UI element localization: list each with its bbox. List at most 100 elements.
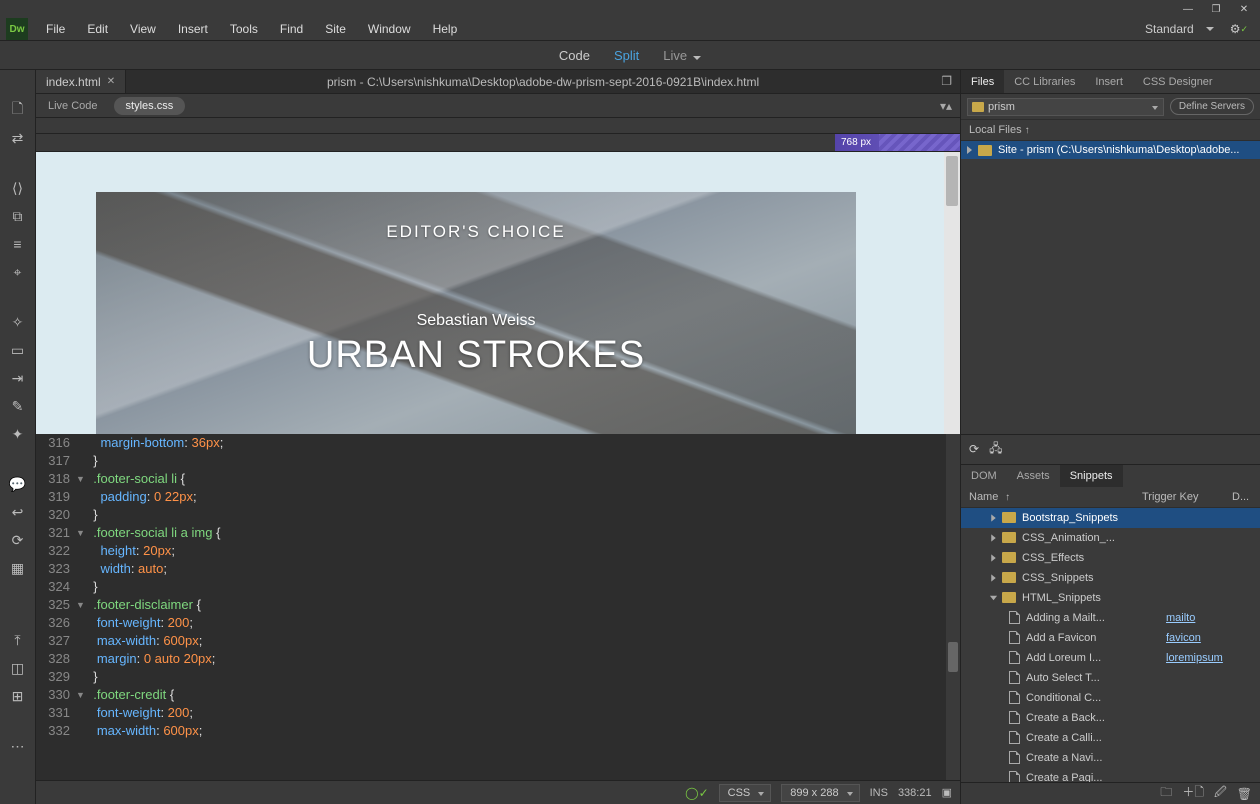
address-bar[interactable] xyxy=(36,118,960,134)
code-scrollbar[interactable] xyxy=(946,434,960,780)
fold-icon[interactable]: ▼ xyxy=(76,596,86,614)
move-up-icon[interactable]: ⤒ xyxy=(8,630,28,650)
code-line[interactable]: 323 width: auto; xyxy=(36,560,960,578)
menu-site[interactable]: Site xyxy=(315,18,356,40)
live-scrollbar[interactable] xyxy=(944,152,960,434)
site-select[interactable]: prism xyxy=(967,98,1164,116)
code-line[interactable]: 331 font-weight: 200; xyxy=(36,704,960,722)
snippet-folder[interactable]: CSS_Effects xyxy=(961,548,1260,568)
list-icon[interactable]: ≡ xyxy=(8,234,28,254)
view-live-button[interactable]: Live xyxy=(651,44,713,67)
code-line[interactable]: 322 height: 20px; xyxy=(36,542,960,560)
document-window-icon[interactable]: ❐ xyxy=(941,74,952,88)
collapse-icon[interactable]: ⧉ xyxy=(8,206,28,226)
comment-icon[interactable]: 💬 xyxy=(8,474,28,494)
right-tab-files[interactable]: Files xyxy=(961,70,1004,93)
menu-view[interactable]: View xyxy=(120,18,166,40)
right-tab-insert[interactable]: Insert xyxy=(1085,70,1133,93)
highlight-icon[interactable]: ▦ xyxy=(8,558,28,578)
define-servers-button[interactable]: Define Servers xyxy=(1170,98,1254,115)
snippet-folder[interactable]: CSS_Snippets xyxy=(961,568,1260,588)
status-dimensions-select[interactable]: 899 x 288 xyxy=(781,784,859,802)
code-line[interactable]: 320 } xyxy=(36,506,960,524)
window-minimize-button[interactable]: — xyxy=(1176,2,1200,16)
code-line[interactable]: 324 } xyxy=(36,578,960,596)
fold-icon[interactable]: ▼ xyxy=(76,524,86,542)
code-line[interactable]: 327 max-width: 600px; xyxy=(36,632,960,650)
snippet-tab-dom[interactable]: DOM xyxy=(961,465,1007,487)
file-manage-icon[interactable]: 🗋 xyxy=(8,100,28,120)
site-root-node[interactable]: Site - prism (C:\Users\nishkuma\Desktop\… xyxy=(961,141,1260,159)
filter-icon[interactable]: ▾▴ xyxy=(940,99,952,113)
snippet-item[interactable]: Create a Back... xyxy=(961,708,1260,728)
window-close-button[interactable]: ✕ xyxy=(1232,2,1256,16)
css-sources-icon[interactable]: ⇄ xyxy=(8,128,28,148)
status-insert-mode[interactable]: INS xyxy=(870,787,888,799)
close-tab-icon[interactable]: ✕ xyxy=(107,76,115,87)
fold-icon[interactable]: ▼ xyxy=(76,470,86,488)
code-line[interactable]: 317 } xyxy=(36,452,960,470)
code-line[interactable]: 332 max-width: 600px; xyxy=(36,722,960,740)
workspace-switcher[interactable]: Standard xyxy=(1137,22,1222,36)
delete-snippet-icon[interactable]: 🗑 xyxy=(1237,787,1252,801)
menu-file[interactable]: File xyxy=(36,18,75,40)
snippets-header[interactable]: Name ↑ Trigger Key D... xyxy=(961,487,1260,508)
snippet-item[interactable]: Auto Select T... xyxy=(961,668,1260,688)
snippet-folder[interactable]: Bootstrap_Snippets xyxy=(961,508,1260,528)
view-split-button[interactable]: Split xyxy=(602,44,651,67)
snippet-item[interactable]: Create a Calli... xyxy=(961,728,1260,748)
live-preview[interactable]: EDITOR'S CHOICE Sebastian Weiss URBAN ST… xyxy=(36,152,960,434)
menu-insert[interactable]: Insert xyxy=(168,18,218,40)
snippet-folder[interactable]: HTML_Snippets xyxy=(961,588,1260,608)
code-editor[interactable]: 316 margin-bottom: 36px;317 }318▼ .foote… xyxy=(36,434,960,780)
more-tools-icon[interactable]: ⋯ xyxy=(8,736,28,756)
target-icon[interactable]: ⌖ xyxy=(8,262,28,282)
right-tab-css-designer[interactable]: CSS Designer xyxy=(1133,70,1223,93)
document-tab[interactable]: index.html ✕ xyxy=(36,70,126,93)
select-parent-icon[interactable]: ▭ xyxy=(8,340,28,360)
edit-snippet-icon[interactable]: 🖉 xyxy=(1214,783,1227,804)
code-line[interactable]: 326 font-weight: 200; xyxy=(36,614,960,632)
code-line[interactable]: 330▼ .footer-credit { xyxy=(36,686,960,704)
code-line[interactable]: 319 padding: 0 22px; xyxy=(36,488,960,506)
code-line[interactable]: 329 } xyxy=(36,668,960,686)
code-line[interactable]: 316 margin-bottom: 36px; xyxy=(36,434,960,452)
snippet-folder[interactable]: CSS_Animation_... xyxy=(961,528,1260,548)
live-code-toggle[interactable]: Live Code xyxy=(36,94,110,117)
menu-find[interactable]: Find xyxy=(270,18,313,40)
wand-icon[interactable]: ✎ xyxy=(8,396,28,416)
menu-edit[interactable]: Edit xyxy=(77,18,118,40)
menu-window[interactable]: Window xyxy=(358,18,421,40)
code-line[interactable]: 321▼ .footer-social li a img { xyxy=(36,524,960,542)
snippet-tab-snippets[interactable]: Snippets xyxy=(1060,465,1123,487)
snippet-tab-assets[interactable]: Assets xyxy=(1007,465,1060,487)
new-folder-icon[interactable]: 🗀 xyxy=(1160,783,1172,804)
status-language-select[interactable]: CSS xyxy=(719,784,772,802)
view-code-button[interactable]: Code xyxy=(547,44,602,67)
wrap-icon[interactable]: ↩ xyxy=(8,502,28,522)
dom-panel-icon[interactable]: ⊞ xyxy=(8,686,28,706)
refresh-icon[interactable]: ⟳ xyxy=(969,442,979,456)
window-restore-button[interactable]: ❐ xyxy=(1204,2,1228,16)
menu-tools[interactable]: Tools xyxy=(220,18,268,40)
pin-icon[interactable]: ✦ xyxy=(8,424,28,444)
snippet-item[interactable]: Add a Faviconfavicon xyxy=(961,628,1260,648)
local-files-header[interactable]: Local Files ↑ xyxy=(961,120,1260,141)
width-ruler[interactable]: 768 px xyxy=(36,134,960,152)
expand-all-icon[interactable]: ⟨⟩ xyxy=(8,178,28,198)
snippet-item[interactable]: Create a Pagi... xyxy=(961,768,1260,783)
snippet-item[interactable]: Conditional C... xyxy=(961,688,1260,708)
snippet-item[interactable]: Adding a Mailt...mailto xyxy=(961,608,1260,628)
related-stylesheet[interactable]: styles.css xyxy=(114,97,186,115)
code-line[interactable]: 325▼ .footer-disclaimer { xyxy=(36,596,960,614)
menu-help[interactable]: Help xyxy=(423,18,468,40)
fold-icon[interactable]: ▼ xyxy=(76,686,86,704)
indent-icon[interactable]: ⇥ xyxy=(8,368,28,388)
code-line[interactable]: 328 margin: 0 auto 20px; xyxy=(36,650,960,668)
git-icon[interactable]: 🖧 xyxy=(989,439,1002,460)
new-snippet-icon[interactable]: ＋🗋 xyxy=(1182,783,1204,804)
snippet-item[interactable]: Add Loreum I...loremipsum xyxy=(961,648,1260,668)
sync-settings-icon[interactable]: ⚙✓ xyxy=(1224,22,1254,36)
snippets-panel-icon[interactable]: ◫ xyxy=(8,658,28,678)
status-preview-icon[interactable]: ▣ xyxy=(942,786,952,799)
